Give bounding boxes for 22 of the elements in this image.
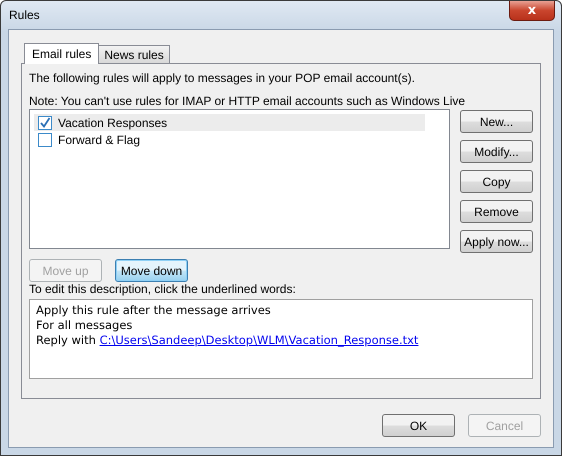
action-button[interactable]: New... (460, 110, 533, 133)
checkbox[interactable] (38, 132, 52, 146)
description-line: Reply with (36, 333, 97, 347)
action-button[interactable]: Modify... (460, 140, 533, 163)
intro-text: The following rules will apply to messages in your POP email account(s). (29, 71, 415, 85)
description-label: To edit this description, click the underlined words: (29, 282, 296, 296)
rule-item[interactable]: Vacation Responses (34, 114, 425, 131)
action-button[interactable]: Apply now... (460, 230, 533, 253)
rule-item[interactable]: Forward & Flag (34, 131, 425, 148)
description-line: Apply this rule after the message arrives (36, 303, 271, 317)
dialog-button[interactable]: OK (382, 414, 455, 437)
note-text: Note: You can't use rules for IMAP or HTTP email accounts such as Windows Live (29, 94, 466, 107)
window-title: Rules (9, 8, 40, 22)
description-line: For all messages (36, 318, 132, 332)
tab[interactable]: News rules (98, 45, 170, 63)
action-button[interactable]: Copy (460, 170, 533, 193)
close-button[interactable]: x (509, 1, 555, 21)
file-link[interactable]: C:\Users\Sandeep\Desktop\WLM\Vacation_Response.txt (100, 333, 418, 347)
move-button[interactable]: Move down (115, 259, 188, 282)
action-button[interactable]: Remove (460, 200, 533, 223)
tab[interactable]: Email rules (24, 43, 100, 64)
checkbox[interactable] (38, 116, 52, 130)
